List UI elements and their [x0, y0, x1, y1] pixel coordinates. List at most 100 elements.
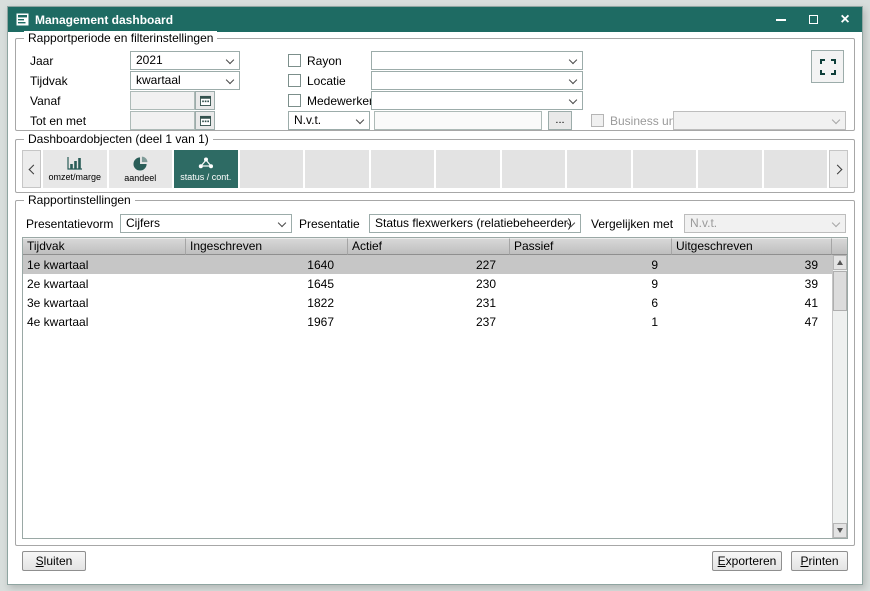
chevron-down-icon: [832, 116, 840, 124]
column-header[interactable]: Uitgeschreven: [672, 238, 832, 255]
dashboard-tile-empty: [633, 150, 697, 188]
presentatievorm-select[interactable]: Cijfers: [120, 214, 292, 233]
dashboard-tile[interactable]: omzet/marge: [43, 150, 107, 188]
cell-value: 227: [348, 258, 510, 272]
window-title: Management dashboard: [35, 13, 173, 27]
management-dashboard-window: Management dashboard × Rapportperiode en…: [7, 6, 863, 585]
tijdvak-label: Tijdvak: [30, 74, 68, 88]
filters-legend: Rapportperiode en filterinstellingen: [24, 31, 217, 45]
cell-tijdvak: 4e kwartaal: [23, 315, 186, 329]
tot-en-met-calendar-button[interactable]: [195, 111, 215, 130]
tile-label: status / cont.: [180, 172, 231, 182]
medewerker-select[interactable]: [371, 91, 583, 110]
scrollbar-thumb[interactable]: [833, 271, 847, 311]
cell-value: 231: [348, 296, 510, 310]
triangle-up-icon: [837, 260, 843, 265]
column-header[interactable]: Tijdvak: [23, 238, 186, 255]
vrij-veld-input[interactable]: [374, 111, 542, 130]
close-button[interactable]: ×: [838, 13, 852, 27]
ellipsis-button[interactable]: ...: [548, 111, 572, 130]
network-icon: [197, 156, 214, 170]
rayon-select[interactable]: [371, 51, 583, 70]
report-groupbox: Rapportinstellingen Presentatievorm Cijf…: [15, 200, 855, 546]
cell-value: 39: [672, 258, 832, 272]
sluiten-button[interactable]: Sluiten: [22, 551, 86, 571]
cell-value: 1: [510, 315, 672, 329]
report-legend: Rapportinstellingen: [24, 193, 135, 207]
scrollbar-down-button[interactable]: [833, 523, 847, 538]
presentatie-select[interactable]: Status flexwerkers (relatiebeheerder): [369, 214, 581, 233]
column-header[interactable]: Actief: [348, 238, 510, 255]
dashboard-tile-empty: [764, 150, 828, 188]
exporteren-button[interactable]: Exporteren: [712, 551, 782, 571]
business-unit-select[interactable]: [673, 111, 846, 130]
table-row[interactable]: 1e kwartaal1640227939: [23, 255, 832, 274]
dashboard-tile[interactable]: status / cont.: [174, 150, 238, 188]
locatie-label: Locatie: [307, 74, 346, 88]
vanaf-label: Vanaf: [30, 94, 60, 108]
cell-value: 1645: [186, 277, 348, 291]
cell-value: 1967: [186, 315, 348, 329]
scroll-left-button[interactable]: [22, 150, 41, 188]
jaar-select[interactable]: 2021: [130, 51, 240, 70]
table-header: TijdvakIngeschrevenActiefPassiefUitgesch…: [23, 238, 847, 255]
cell-value: 237: [348, 315, 510, 329]
column-header-filler: [832, 238, 847, 255]
pie-chart-icon: [133, 156, 148, 171]
printen-button[interactable]: Printen: [791, 551, 848, 571]
cell-value: 9: [510, 258, 672, 272]
dashboard-tile[interactable]: aandeel: [109, 150, 173, 188]
column-header[interactable]: Ingeschreven: [186, 238, 348, 255]
vanaf-input[interactable]: [130, 91, 195, 110]
window-content: Rapportperiode en filterinstellingen Jaa…: [8, 32, 862, 584]
titlebar: Management dashboard ×: [8, 7, 862, 32]
vertical-scrollbar[interactable]: [832, 255, 847, 538]
chevron-down-icon: [569, 96, 577, 104]
presentatie-value: Status flexwerkers (relatiebeheerder): [370, 215, 580, 232]
maximize-button[interactable]: [806, 13, 820, 27]
locatie-select[interactable]: [371, 71, 583, 90]
jaar-value: 2021: [131, 52, 239, 69]
tijdvak-value: kwartaal: [131, 72, 239, 89]
business-unit-label: Business unit: [610, 114, 681, 128]
presentatie-label: Presentatie: [299, 217, 360, 231]
results-table: TijdvakIngeschrevenActiefPassiefUitgesch…: [22, 237, 848, 539]
cell-value: 230: [348, 277, 510, 291]
table-row[interactable]: 2e kwartaal1645230939: [23, 274, 832, 293]
minimize-button[interactable]: [774, 13, 788, 27]
vergelijken-met-select[interactable]: N.v.t.: [684, 214, 846, 233]
tile-label: omzet/marge: [48, 172, 101, 182]
triangle-down-icon: [837, 528, 843, 533]
cell-value: 6: [510, 296, 672, 310]
dashboard-tile-empty: [698, 150, 762, 188]
medewerker-label: Medewerker: [307, 94, 373, 108]
dashboard-tile-empty: [567, 150, 631, 188]
table-row[interactable]: 3e kwartaal1822231641: [23, 293, 832, 312]
cell-tijdvak: 1e kwartaal: [23, 258, 186, 272]
column-header[interactable]: Passief: [510, 238, 672, 255]
tijdvak-select[interactable]: kwartaal: [130, 71, 240, 90]
scroll-right-button[interactable]: [829, 150, 848, 188]
fullscreen-button[interactable]: [811, 50, 844, 83]
rayon-label: Rayon: [307, 54, 342, 68]
vergelijken-met-value: N.v.t.: [685, 215, 845, 232]
table-body: 1e kwartaal16402279392e kwartaal16452309…: [23, 255, 832, 538]
tot-en-met-input[interactable]: [130, 111, 195, 130]
table-row[interactable]: 4e kwartaal1967237147: [23, 312, 832, 331]
locatie-checkbox[interactable]: [288, 74, 301, 87]
cell-tijdvak: 3e kwartaal: [23, 296, 186, 310]
tile-strip: omzet/marge aandeel status / cont.: [43, 150, 827, 188]
medewerker-checkbox[interactable]: [288, 94, 301, 107]
scrollbar-up-button[interactable]: [833, 255, 847, 270]
rayon-checkbox[interactable]: [288, 54, 301, 67]
nvt-select[interactable]: N.v.t.: [288, 111, 370, 130]
vanaf-calendar-button[interactable]: [195, 91, 215, 110]
dashboard-strip: omzet/marge aandeel status / cont.: [22, 150, 848, 188]
presentatievorm-label: Presentatievorm: [26, 217, 113, 231]
business-unit-checkbox[interactable]: [591, 114, 604, 127]
calendar-icon: [200, 115, 211, 126]
jaar-label: Jaar: [30, 54, 53, 68]
calendar-icon: [200, 95, 211, 106]
chevron-down-icon: [569, 76, 577, 84]
tot-en-met-label: Tot en met: [30, 114, 86, 128]
